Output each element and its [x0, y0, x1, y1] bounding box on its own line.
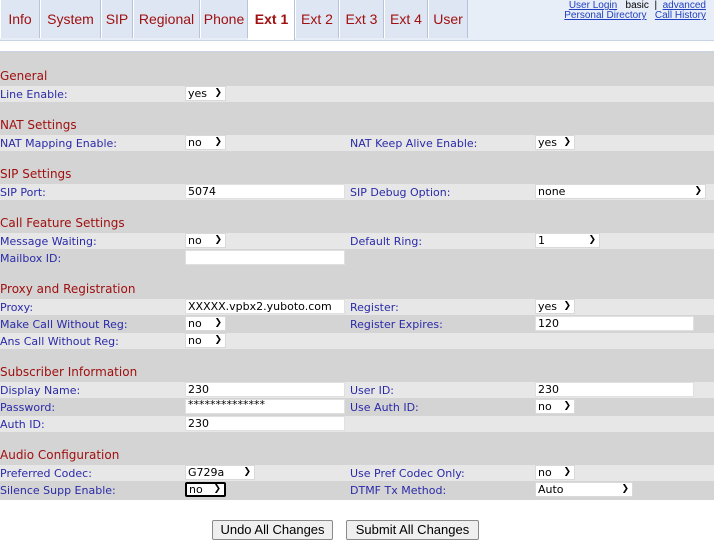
chevron-down-icon: ❯	[214, 235, 222, 245]
display-name-label: Display Name:	[0, 384, 81, 397]
auth-id-input[interactable]: 230	[185, 416, 345, 431]
dtmf-tx-method-label: DTMF Tx Method:	[350, 484, 447, 497]
nat-mapping-label: NAT Mapping Enable:	[0, 137, 117, 150]
submit-all-changes-button[interactable]: Submit All Changes	[346, 520, 479, 540]
proxy-label: Proxy:	[0, 301, 34, 314]
sip-debug-select[interactable]: none ❯	[535, 184, 706, 199]
nat-keepalive-select[interactable]: yes ❯	[535, 135, 575, 150]
silence-supp-label: Silence Supp Enable:	[0, 484, 116, 497]
register-select[interactable]: yes ❯	[535, 299, 575, 314]
user-id-label: User ID:	[350, 384, 394, 397]
form-background	[0, 52, 714, 500]
line-enable-label: Line Enable:	[0, 88, 68, 101]
dtmf-tx-method-select[interactable]: Auto ❯	[535, 482, 633, 497]
register-expires-input[interactable]: 120	[535, 316, 694, 331]
chevron-down-icon: ❯	[563, 301, 571, 311]
top-links: User Login basic | advanced Personal Dir…	[564, 1, 706, 21]
message-waiting-select[interactable]: no ❯	[185, 233, 226, 248]
use-auth-id-label: Use Auth ID:	[350, 401, 419, 414]
display-name-input[interactable]: 230	[185, 382, 345, 397]
call-history-link[interactable]: Call History	[655, 10, 706, 21]
mailbox-id-input[interactable]	[185, 250, 345, 265]
personal-directory-link[interactable]: Personal Directory	[564, 10, 646, 21]
section-general: General	[0, 69, 48, 83]
sip-debug-label: SIP Debug Option:	[350, 186, 451, 199]
section-proxy-registration: Proxy and Registration	[0, 282, 136, 296]
tab-regional[interactable]: Regional	[133, 0, 200, 38]
make-call-without-reg-label: Make Call Without Reg:	[0, 318, 128, 331]
tab-ext4[interactable]: Ext 4	[384, 0, 428, 38]
tab-phone[interactable]: Phone	[200, 0, 248, 38]
proxy-input[interactable]: XXXXX.vpbx2.yuboto.com	[185, 299, 345, 314]
chevron-down-icon: ❯	[588, 235, 596, 245]
section-subscriber: Subscriber Information	[0, 365, 138, 379]
chevron-down-icon: ❯	[214, 335, 222, 345]
silence-supp-select[interactable]: no ❯	[185, 482, 226, 497]
chevron-down-icon: ❯	[621, 484, 629, 494]
password-label: Password:	[0, 401, 56, 414]
header-strip	[0, 40, 714, 52]
section-call-feature: Call Feature Settings	[0, 216, 125, 230]
section-audio: Audio Configuration	[0, 448, 120, 462]
section-sip: SIP Settings	[0, 167, 72, 181]
chevron-down-icon: ❯	[694, 186, 702, 196]
use-auth-id-select[interactable]: no ❯	[535, 399, 575, 414]
tab-ext3[interactable]: Ext 3	[339, 0, 384, 38]
tab-system[interactable]: System	[40, 0, 101, 38]
auth-id-label: Auth ID:	[0, 418, 45, 431]
form-row	[0, 416, 714, 432]
line-enable-select[interactable]: yes ❯	[185, 86, 226, 101]
chevron-down-icon: ❯	[213, 484, 221, 494]
user-id-input[interactable]: 230	[535, 382, 694, 397]
preferred-codec-select[interactable]: G729a ❯	[185, 465, 255, 480]
section-nat: NAT Settings	[0, 118, 77, 132]
chevron-down-icon: ❯	[243, 467, 251, 477]
tab-ext1[interactable]: Ext 1	[248, 0, 295, 40]
sip-port-input[interactable]: 5074	[185, 184, 345, 199]
tab-sip[interactable]: SIP	[101, 0, 133, 38]
password-input[interactable]: **************	[185, 399, 345, 414]
default-ring-select[interactable]: 1 ❯	[535, 233, 600, 248]
sip-port-label: SIP Port:	[0, 186, 46, 199]
ans-call-without-reg-label: Ans Call Without Reg:	[0, 335, 119, 348]
chevron-down-icon: ❯	[214, 318, 222, 328]
preferred-codec-label: Preferred Codec:	[0, 467, 92, 480]
nat-mapping-select[interactable]: no ❯	[185, 135, 226, 150]
nat-keepalive-label: NAT Keep Alive Enable:	[350, 137, 478, 150]
register-label: Register:	[350, 301, 399, 314]
tab-info[interactable]: Info	[0, 0, 40, 38]
undo-all-changes-button[interactable]: Undo All Changes	[212, 520, 333, 540]
use-pref-codec-only-label: Use Pref Codec Only:	[350, 467, 465, 480]
message-waiting-label: Message Waiting:	[0, 235, 97, 248]
ans-call-without-reg-select[interactable]: no ❯	[185, 333, 226, 348]
chevron-down-icon: ❯	[563, 467, 571, 477]
chevron-down-icon: ❯	[563, 137, 571, 147]
tab-user[interactable]: User	[428, 0, 468, 38]
register-expires-label: Register Expires:	[350, 318, 443, 331]
make-call-without-reg-select[interactable]: no ❯	[185, 316, 226, 331]
chevron-down-icon: ❯	[214, 88, 222, 98]
form-row	[0, 86, 714, 102]
chevron-down-icon: ❯	[214, 137, 222, 147]
tab-bar: Info System SIP Regional Phone Ext 1 Ext…	[0, 0, 714, 40]
mailbox-id-label: Mailbox ID:	[0, 252, 62, 265]
default-ring-label: Default Ring:	[350, 235, 423, 248]
use-pref-codec-only-select[interactable]: no ❯	[535, 465, 575, 480]
chevron-down-icon: ❯	[563, 401, 571, 411]
tab-ext2[interactable]: Ext 2	[295, 0, 339, 38]
